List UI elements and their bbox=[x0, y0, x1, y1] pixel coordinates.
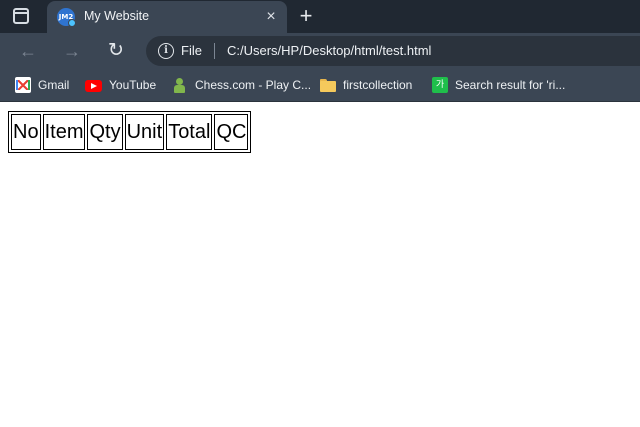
chess-icon bbox=[172, 77, 188, 93]
page-content: No Item Qty Unit Total QC bbox=[0, 103, 640, 427]
column-header-item: Item bbox=[42, 114, 86, 150]
bookmark-label: Search result for 'ri... bbox=[455, 78, 566, 92]
close-tab-icon[interactable]: × bbox=[262, 7, 280, 27]
address-bar[interactable]: i File C:/Users/HP/Desktop/html/test.htm… bbox=[146, 36, 640, 66]
url-text[interactable]: C:/Users/HP/Desktop/html/test.html bbox=[227, 43, 431, 58]
column-header-total: Total bbox=[166, 114, 213, 150]
youtube-icon bbox=[85, 80, 102, 92]
bookmark-youtube[interactable]: YouTube bbox=[85, 76, 156, 94]
bookmark-label: Gmail bbox=[38, 78, 70, 92]
column-header-unit: Unit bbox=[124, 114, 165, 150]
column-header-no: No bbox=[11, 114, 41, 150]
tab-strip: JM2 My Website × + bbox=[0, 0, 640, 33]
bookmark-label: YouTube bbox=[109, 78, 157, 92]
new-tab-button[interactable]: + bbox=[295, 4, 317, 28]
tab-title: My Website bbox=[84, 9, 150, 23]
site-info-icon[interactable]: i bbox=[158, 43, 174, 59]
back-button[interactable]: ← bbox=[16, 39, 40, 63]
bookmark-label: firstcollection bbox=[343, 78, 413, 92]
scheme-label: File bbox=[181, 43, 202, 58]
reload-button[interactable]: ↻ bbox=[104, 39, 128, 63]
column-header-qty: Qty bbox=[87, 114, 123, 150]
bookmark-firstcollection[interactable]: firstcollection bbox=[320, 76, 412, 94]
address-divider bbox=[214, 43, 215, 59]
browser-toolbar: ← → ↻ i File C:/Users/HP/Desktop/html/te… bbox=[0, 33, 640, 69]
table-header-row: No Item Qty Unit Total QC bbox=[11, 114, 249, 150]
gmail-icon bbox=[15, 77, 31, 93]
tab-my-website[interactable]: JM2 My Website × bbox=[47, 1, 287, 33]
forward-button[interactable]: → bbox=[60, 39, 84, 63]
bookmark-search-result[interactable]: 가 Search result for 'ri... bbox=[432, 76, 565, 94]
bookmark-chess[interactable]: Chess.com - Play C... bbox=[172, 76, 311, 94]
column-header-qc: QC bbox=[214, 114, 249, 150]
data-table: No Item Qty Unit Total QC bbox=[8, 111, 252, 153]
korean-dictionary-icon: 가 bbox=[432, 77, 448, 93]
bookmark-label: Chess.com - Play C... bbox=[195, 78, 312, 92]
folder-icon bbox=[320, 77, 336, 93]
tab-actions-icon[interactable] bbox=[13, 8, 29, 24]
site-favicon-icon: JM2 bbox=[57, 8, 76, 27]
bookmarks-bar: Gmail YouTube Chess.com - Play C... firs… bbox=[0, 69, 640, 102]
bookmark-gmail[interactable]: Gmail bbox=[15, 76, 69, 94]
